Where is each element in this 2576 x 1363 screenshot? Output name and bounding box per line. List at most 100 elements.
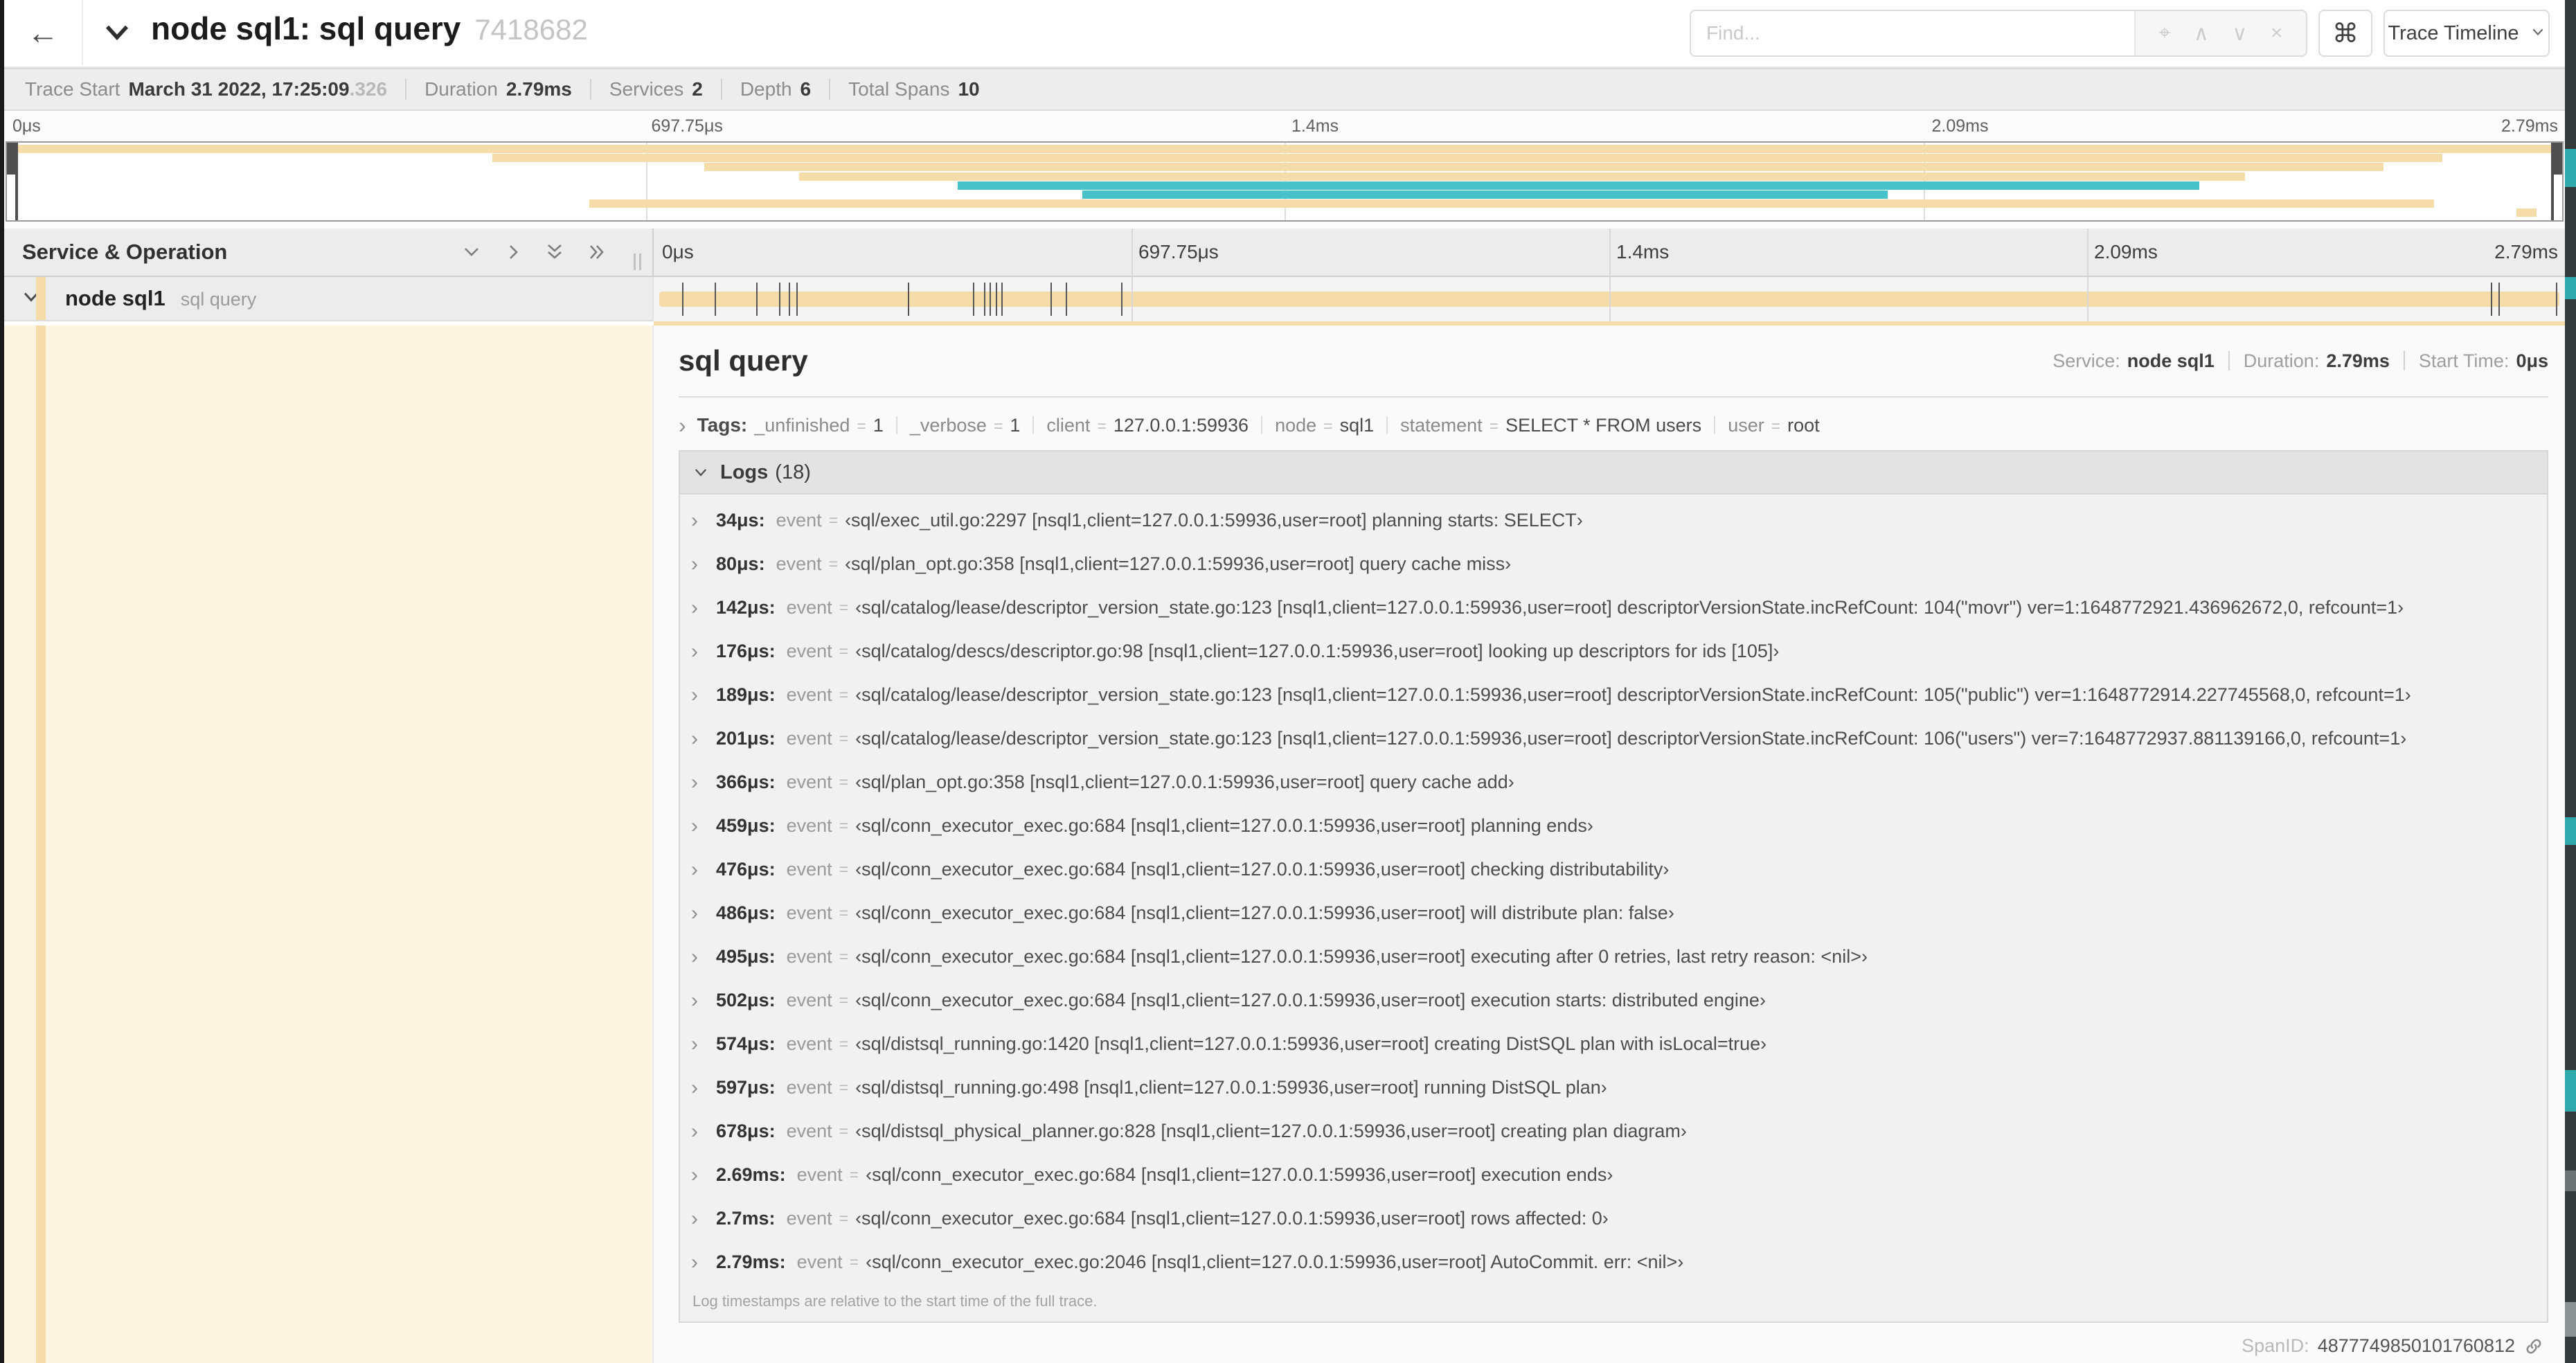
tag-value: 1	[1010, 414, 1021, 436]
span-name-cell[interactable]: node sql1 sql query	[4, 277, 654, 321]
collapse-one-icon[interactable]	[461, 242, 482, 262]
log-marker	[681, 283, 683, 316]
logs-accordion-header[interactable]: Logs (18)	[680, 452, 2547, 495]
summary-item: Total Spans 10	[848, 78, 979, 100]
chevron-up-icon[interactable]: ∧	[2194, 21, 2209, 46]
log-row[interactable]: › 597μs: event = ‹sql/distsql_running.go:498…	[680, 1066, 2547, 1110]
ruler-tick-label: 2.79ms	[2494, 241, 2558, 262]
column-resizer-grip[interactable]	[634, 253, 641, 270]
back-button[interactable]: ←	[4, 0, 83, 65]
chevron-right-icon: ›	[679, 413, 686, 438]
summary-item-value: March 31 2022, 17:25:09	[128, 78, 350, 100]
chevron-right-icon: ›	[691, 1032, 698, 1055]
separator	[2403, 351, 2405, 371]
link-icon[interactable]	[2523, 1336, 2544, 1357]
back-arrow-icon: ←	[27, 15, 59, 51]
log-marker	[714, 283, 716, 316]
log-row[interactable]: › 366μs: event = ‹sql/plan_opt.go:358 [nsql1…	[680, 760, 2547, 804]
separator	[589, 79, 591, 100]
span-operation-name: sql query	[180, 289, 257, 310]
collapse-all-icon[interactable]	[544, 242, 565, 262]
log-field-value: ‹sql/conn_executor_exec.go:684 [nsql1,cl…	[855, 1208, 1609, 1229]
log-timestamp: 495μs:	[716, 946, 776, 967]
minimap-span-bar	[2516, 208, 2537, 217]
ruler-tick-label: 2.79ms	[2501, 116, 2558, 136]
chevron-right-icon: ›	[691, 1250, 698, 1274]
equals-sign: =	[839, 598, 849, 616]
minimap-right-handle[interactable]	[2552, 143, 2562, 175]
span-detail-left-column	[4, 326, 654, 1363]
collapse-trace-icon[interactable]	[102, 18, 132, 51]
screen-edge-artifact-right	[2565, 0, 2576, 1363]
logs-panel: Logs (18) › 34μs: event = ‹sql/exec_util.go:…	[679, 450, 2548, 1323]
chevron-right-icon: ›	[691, 508, 698, 532]
log-timestamp: 476μs:	[716, 859, 776, 880]
log-row[interactable]: › 201μs: event = ‹sql/catalog/lease/descript…	[680, 717, 2547, 760]
log-field-value: ‹sql/distsql_running.go:1420 [nsql1,clie…	[855, 1033, 1767, 1054]
log-row[interactable]: › 2.7ms: event = ‹sql/conn_executor_exec.go:…	[680, 1197, 2547, 1240]
expand-one-icon[interactable]	[503, 242, 524, 262]
log-row[interactable]: › 176μs: event = ‹sql/catalog/descs/descript…	[680, 630, 2547, 673]
log-row[interactable]: › 476μs: event = ‹sql/conn_executor_exec.go:…	[680, 848, 2547, 891]
log-row[interactable]: › 459μs: event = ‹sql/conn_executor_exec.go:…	[680, 804, 2547, 848]
log-row[interactable]: › 486μs: event = ‹sql/conn_executor_exec.go:…	[680, 891, 2547, 935]
log-marker	[2491, 283, 2493, 316]
span-service-name: node sql1 sql query	[65, 286, 256, 311]
find-input[interactable]	[1691, 11, 2134, 55]
log-field-value: ‹sql/conn_executor_exec.go:684 [nsql1,cl…	[855, 902, 1674, 923]
log-row[interactable]: › 2.79ms: event = ‹sql/conn_executor_exec.go…	[680, 1240, 2547, 1284]
equals-sign: =	[839, 1122, 849, 1140]
log-marker	[755, 283, 758, 316]
expand-all-icon[interactable]	[586, 242, 607, 262]
minimap-canvas[interactable]	[6, 141, 2564, 222]
log-field-value: ‹sql/plan_opt.go:358 [nsql1,client=127.0…	[845, 553, 1512, 574]
equals-sign: =	[839, 817, 849, 835]
tag-item: user = root	[1728, 415, 1820, 436]
log-row[interactable]: › 2.69ms: event = ‹sql/conn_executor_exec.go…	[680, 1153, 2547, 1197]
trace-view-selector[interactable]: Trace Timeline	[2383, 10, 2550, 57]
log-row[interactable]: › 142μs: event = ‹sql/catalog/lease/descript…	[680, 586, 2547, 630]
log-field-value: ‹sql/plan_opt.go:358 [nsql1,client=127.0…	[855, 772, 1514, 792]
minimap-left-handle[interactable]	[7, 143, 17, 175]
tags-list: _unfinished = 1 _verbose = 1 client = 127.0.0.1:…	[754, 415, 1819, 436]
logs-count: (18)	[775, 461, 811, 483]
tag-key: statement	[1400, 414, 1483, 436]
equals-sign: =	[839, 904, 849, 922]
summary-item-label: Trace Start	[25, 78, 120, 100]
log-row[interactable]: › 574μs: event = ‹sql/distsql_running.go:142…	[680, 1022, 2547, 1066]
chevron-down-icon[interactable]: ∨	[2232, 21, 2247, 46]
target-icon[interactable]: ⌖	[2159, 21, 2171, 45]
tag-key: node	[1275, 414, 1317, 436]
log-row[interactable]: › 80μs: event = ‹sql/plan_opt.go:358 [nsql1,…	[680, 542, 2547, 586]
chevron-right-icon: ›	[691, 814, 698, 837]
minimap-span-bar	[7, 145, 2562, 153]
separator	[1386, 416, 1388, 434]
service-operation-header: Service & Operation	[4, 229, 654, 276]
clear-icon[interactable]: ×	[2271, 21, 2283, 45]
log-row[interactable]: › 189μs: event = ‹sql/catalog/lease/descript…	[680, 673, 2547, 717]
equals-sign: =	[828, 511, 839, 529]
equals-sign: =	[857, 416, 866, 435]
chevron-right-icon: ›	[691, 596, 698, 619]
chevron-right-icon: ›	[691, 770, 698, 794]
log-field-value: ‹sql/distsql_running.go:498 [nsql1,clien…	[855, 1077, 1607, 1098]
ruler-tick-label: 1.4ms	[1616, 241, 1670, 262]
tag-value: root	[1787, 414, 1820, 436]
chevron-right-icon: ›	[691, 901, 698, 925]
log-row[interactable]: › 678μs: event = ‹sql/distsql_physical_plann…	[680, 1110, 2547, 1153]
log-row[interactable]: › 502μs: event = ‹sql/conn_executor_exec.go:…	[680, 979, 2547, 1022]
keyboard-shortcuts-button[interactable]: ⌘	[2318, 10, 2372, 57]
equals-sign: =	[993, 416, 1003, 435]
log-marker	[1001, 283, 1003, 316]
log-timestamp: 2.79ms:	[716, 1251, 786, 1272]
tag-value: sql1	[1339, 414, 1375, 436]
summary-item: Depth 6	[740, 78, 811, 100]
log-marker	[788, 283, 790, 316]
chevron-right-icon: ›	[691, 988, 698, 1012]
summary-item-value: 2.79ms	[506, 78, 572, 100]
log-row[interactable]: › 34μs: event = ‹sql/exec_util.go:2297 [nsql…	[680, 499, 2547, 542]
log-field-name: event	[796, 1251, 843, 1272]
log-timestamp: 2.7ms:	[716, 1208, 776, 1229]
tags-accordion[interactable]: › Tags: _unfinished = 1 _verbose = 1 client = 12…	[679, 406, 2548, 450]
log-row[interactable]: › 495μs: event = ‹sql/conn_executor_exec.go:…	[680, 935, 2547, 979]
